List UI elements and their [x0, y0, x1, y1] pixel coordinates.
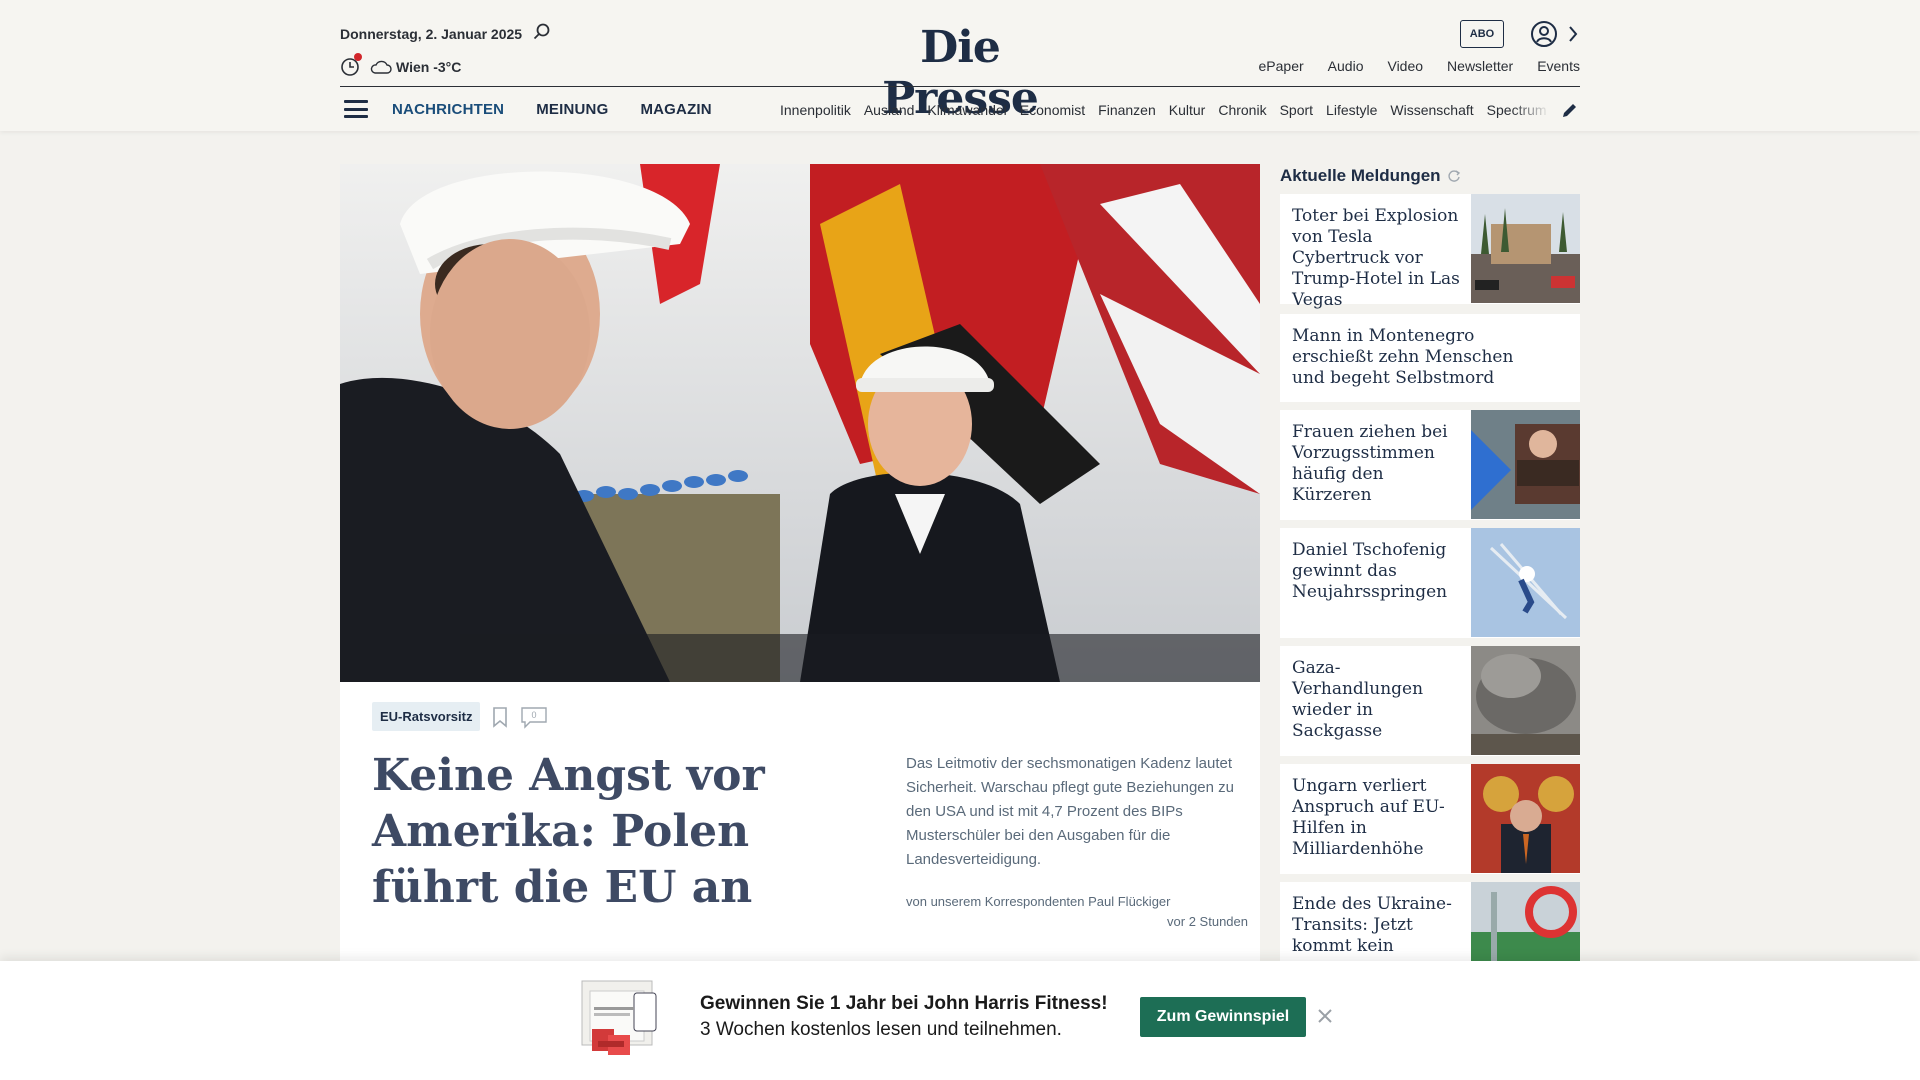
news-item[interactable]: Mann in Montenegro erschießt zehn Mensch… — [1280, 314, 1580, 402]
news-thumbnail[interactable] — [1471, 882, 1580, 972]
toplink-audio[interactable]: Audio — [1328, 58, 1364, 74]
weather-widget[interactable]: Wien -3°C — [340, 53, 462, 79]
promo-image — [578, 977, 662, 1059]
toplink-events[interactable]: Events — [1537, 58, 1580, 74]
news-thumbnail[interactable] — [1471, 528, 1580, 637]
abo-button[interactable]: ABO — [1460, 20, 1504, 48]
hamburger-menu-icon[interactable] — [344, 100, 368, 118]
subnav-kultur[interactable]: Kultur — [1169, 102, 1206, 118]
cloud-icon — [370, 60, 392, 74]
weather-label: Wien -3°C — [396, 59, 462, 75]
search-icon[interactable] — [532, 22, 552, 42]
main-navigation: NACHRICHTEN MEINUNG MAGAZIN — [392, 101, 712, 118]
subnav-ausland[interactable]: Ausland — [864, 102, 915, 118]
section-navigation: Innenpolitik Ausland Klimawandel Economi… — [780, 102, 1550, 118]
news-item[interactable]: Daniel Tschofenig gewinnt das Neujahrssp… — [1280, 528, 1580, 638]
toplink-epaper[interactable]: ePaper — [1259, 58, 1304, 74]
subnav-chronik[interactable]: Chronik — [1218, 102, 1266, 118]
news-item-title[interactable]: Ungarn verliert Anspruch auf EU-Hilfen i… — [1292, 776, 1464, 860]
promo-banner: Gewinnen Sie 1 Jahr bei John Harris Fitn… — [0, 961, 1920, 1080]
news-item[interactable]: Toter bei Explosion von Tesla Cybertruck… — [1280, 194, 1580, 310]
promo-text: Gewinnen Sie 1 Jahr bei John Harris Fitn… — [700, 991, 1108, 1043]
nav-magazin[interactable]: MAGAZIN — [640, 101, 711, 118]
news-item-title[interactable]: Gaza-Verhandlungen wieder in Sackgasse — [1292, 658, 1464, 742]
subnav-wissenschaft[interactable]: Wissenschaft — [1390, 102, 1473, 118]
nav-nachrichten[interactable]: NACHRICHTEN — [392, 101, 504, 118]
news-item-title[interactable]: Toter bei Explosion von Tesla Cybertruck… — [1292, 206, 1464, 311]
article-headline[interactable]: Keine Angst vor Amerika: Polen führt die… — [372, 748, 792, 916]
news-item-title[interactable]: Daniel Tschofenig gewinnt das Neujahrssp… — [1292, 540, 1464, 603]
notification-dot — [354, 53, 362, 61]
subnav-lifestyle[interactable]: Lifestyle — [1326, 102, 1377, 118]
news-thumbnail[interactable] — [1471, 410, 1580, 519]
news-item[interactable]: Frauen ziehen bei Vorzugsstimmen häufig … — [1280, 410, 1580, 520]
hero-article[interactable]: EU-Ratsvorsitz 0 Keine Angst vor Amerika… — [340, 164, 1260, 961]
toplink-newsletter[interactable]: Newsletter — [1447, 58, 1513, 74]
close-icon[interactable] — [1316, 1007, 1334, 1025]
user-account-icon[interactable] — [1530, 20, 1558, 48]
subnav-klimawandel[interactable]: Klimawandel — [927, 102, 1006, 118]
news-item[interactable]: Ungarn verliert Anspruch auf EU-Hilfen i… — [1280, 764, 1580, 874]
subnav-economist[interactable]: Economist — [1020, 102, 1085, 118]
subnav-sport[interactable]: Sport — [1280, 102, 1313, 118]
article-tag[interactable]: EU-Ratsvorsitz — [372, 702, 481, 731]
news-thumbnail[interactable] — [1471, 646, 1580, 755]
toplink-video[interactable]: Video — [1387, 58, 1423, 74]
article-timestamp: vor 2 Stunden — [1167, 914, 1248, 929]
site-header: Donnerstag, 2. Januar 2025 Wien -3°C Die… — [0, 0, 1920, 131]
top-links: ePaper Audio Video Newsletter Events — [1259, 58, 1580, 74]
promo-cta-button[interactable]: Zum Gewinnspiel — [1140, 997, 1306, 1037]
header-divider — [340, 86, 1580, 87]
promo-subline: 3 Wochen kostenlos lesen und teilnehmen. — [700, 1019, 1062, 1040]
article-meta-row: EU-Ratsvorsitz 0 — [372, 702, 548, 731]
subnav-innenpolitik[interactable]: Innenpolitik — [780, 102, 851, 118]
current-date: Donnerstag, 2. Januar 2025 — [340, 26, 523, 42]
news-item-title[interactable]: Mann in Montenegro erschießt zehn Mensch… — [1292, 326, 1542, 389]
promo-headline: Gewinnen Sie 1 Jahr bei John Harris Fitn… — [700, 993, 1108, 1014]
history-clock-icon[interactable] — [340, 53, 362, 77]
article-byline: von unserem Korrespondenten Paul Flückig… — [906, 894, 1171, 909]
news-thumbnail[interactable] — [1471, 194, 1580, 303]
sidebar-header: Aktuelle Meldungen — [1280, 164, 1580, 188]
hero-image[interactable] — [340, 164, 1260, 682]
pencil-icon[interactable] — [1560, 100, 1580, 120]
bookmark-icon[interactable] — [488, 705, 512, 729]
nav-meinung[interactable]: MEINUNG — [536, 101, 608, 118]
sidebar-title: Aktuelle Meldungen — [1280, 166, 1441, 185]
comment-icon[interactable]: 0 — [520, 705, 548, 729]
news-item-title[interactable]: Frauen ziehen bei Vorzugsstimmen häufig … — [1292, 422, 1464, 506]
article-lead: Das Leitmotiv der sechsmonatigen Kadenz … — [906, 755, 1234, 868]
news-item-title[interactable]: Ende des Ukraine-Transits: Jetzt kommt k… — [1292, 894, 1464, 957]
chevron-right-icon[interactable] — [1566, 24, 1580, 44]
header-inner: Donnerstag, 2. Januar 2025 Wien -3°C Die… — [340, 0, 1580, 131]
subnav-spectrum[interactable]: Spectrum — [1487, 102, 1547, 118]
latest-news-sidebar: Aktuelle Meldungen Toter bei Explosion v… — [1280, 164, 1580, 972]
refresh-icon[interactable] — [1447, 169, 1461, 183]
news-item[interactable]: Gaza-Verhandlungen wieder in Sackgasse — [1280, 646, 1580, 756]
subnav-finanzen[interactable]: Finanzen — [1098, 102, 1156, 118]
news-thumbnail[interactable] — [1471, 764, 1580, 873]
comment-count: 0 — [532, 710, 537, 720]
news-item[interactable]: Ende des Ukraine-Transits: Jetzt kommt k… — [1280, 882, 1580, 972]
